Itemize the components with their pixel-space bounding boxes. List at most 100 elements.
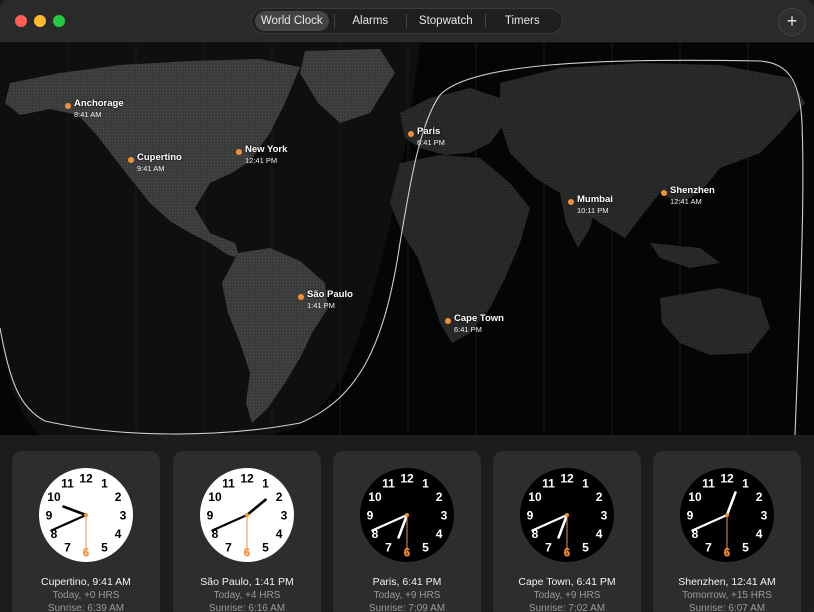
- clock-offset: Today, +9 HRS: [533, 590, 601, 601]
- dial-number: 5: [101, 541, 108, 555]
- center-pin: [725, 513, 729, 517]
- city-marker: [408, 131, 414, 137]
- dial-number: 1: [582, 476, 589, 490]
- analog-clock: 121234567891011: [39, 468, 133, 562]
- dial-number: 7: [64, 541, 71, 555]
- dial-number: 4: [596, 527, 603, 541]
- dial-number: 10: [368, 490, 382, 504]
- dial-number: 12: [79, 472, 93, 486]
- dial-number: 2: [596, 490, 603, 504]
- city-marker: [568, 199, 574, 205]
- clock-card-sao-paulo[interactable]: 121234567891011 São Paulo, 1:41 PM Today…: [173, 451, 321, 612]
- city-time: 8:41 AM: [74, 110, 102, 119]
- dial-number: 10: [208, 490, 222, 504]
- clock-sunrise: Sunrise: 6:16 AM: [208, 603, 286, 612]
- dial-number: 12: [720, 472, 734, 486]
- dial-number: 9: [687, 509, 694, 523]
- clock-offset: Today, +0 HRS: [52, 590, 120, 601]
- tab-timers[interactable]: Timers: [486, 11, 560, 31]
- city-time: 6:41 PM: [454, 325, 482, 334]
- dial-number: 10: [688, 490, 702, 504]
- dial-number: 3: [120, 509, 127, 523]
- clock-window: World Clock Alarms Stopwatch Timers + An…: [0, 0, 814, 612]
- dial-number: 1: [101, 476, 108, 490]
- clock-title: Cupertino, 9:41 AM: [41, 576, 131, 588]
- dial-number: 7: [705, 541, 712, 555]
- clock-sunrise: Sunrise: 7:02 AM: [528, 603, 606, 612]
- city-marker: [445, 318, 451, 324]
- center-pin: [84, 513, 88, 517]
- dial-number: 9: [367, 509, 374, 523]
- city-time: 12:41 PM: [245, 156, 278, 165]
- center-pin: [405, 513, 409, 517]
- city-time: 9:41 AM: [137, 164, 165, 173]
- analog-clock: 121234567891011: [680, 468, 774, 562]
- dial-number: 11: [222, 476, 235, 490]
- minimize-window-button[interactable]: [34, 15, 46, 27]
- analog-clock: 121234567891011: [200, 468, 294, 562]
- tab-stopwatch[interactable]: Stopwatch: [407, 11, 484, 31]
- city-marker: [298, 294, 304, 300]
- dial-number: 9: [207, 509, 214, 523]
- city-name: Anchorage: [74, 98, 124, 109]
- city-time: 1:41 PM: [307, 301, 335, 310]
- add-city-button[interactable]: +: [778, 8, 806, 36]
- city-marker: [236, 149, 242, 155]
- dial-number: 1: [262, 476, 269, 490]
- dial-number: 1: [742, 476, 749, 490]
- dial-number: 4: [436, 527, 443, 541]
- dial-number: 3: [761, 509, 768, 523]
- clock-title: Paris, 6:41 PM: [372, 576, 442, 588]
- dial-number: 3: [441, 509, 448, 523]
- world-map: Anchorage 8:41 AM Cupertino 9:41 AM New …: [0, 43, 814, 435]
- center-pin: [565, 513, 569, 517]
- dial-number: 3: [601, 509, 608, 523]
- center-pin: [245, 513, 249, 517]
- dial-number: 10: [47, 490, 61, 504]
- dial-number: 2: [115, 490, 122, 504]
- city-name: Cupertino: [137, 152, 182, 163]
- analog-clock: 121234567891011: [520, 468, 614, 562]
- clock-offset: Today, +9 HRS: [373, 590, 441, 601]
- city-time: 6:41 PM: [417, 138, 445, 147]
- dial-number: 4: [276, 527, 283, 541]
- dial-number: 4: [115, 527, 122, 541]
- clock-title: Cape Town, 6:41 PM: [518, 576, 616, 588]
- dial-number: 3: [281, 509, 288, 523]
- tab-world-clock[interactable]: World Clock: [255, 11, 329, 31]
- title-bar: World Clock Alarms Stopwatch Timers +: [0, 0, 814, 43]
- city-name: New York: [245, 144, 288, 155]
- clock-card-shenzhen[interactable]: 121234567891011 Shenzhen, 12:41 AM Tomor…: [653, 451, 801, 612]
- dial-number: 12: [240, 472, 254, 486]
- clock-sunrise: Sunrise: 6:39 AM: [47, 603, 125, 612]
- dial-number: 9: [527, 509, 534, 523]
- dial-number: 7: [385, 541, 392, 555]
- clock-card-cape-town[interactable]: 121234567891011 Cape Town, 6:41 PM Today…: [493, 451, 641, 612]
- clock-card-cupertino[interactable]: 121234567891011 Cupertino, 9:41 AM Today…: [12, 451, 160, 612]
- dial-number: 5: [262, 541, 269, 555]
- dial-number: 11: [382, 476, 395, 490]
- clock-card-paris[interactable]: 121234567891011 Paris, 6:41 PM Today, +9…: [333, 451, 481, 612]
- dial-number: 2: [276, 490, 283, 504]
- dial-number: 5: [582, 541, 589, 555]
- dial-number: 1: [422, 476, 429, 490]
- close-window-button[interactable]: [15, 15, 27, 27]
- view-switcher: World Clock Alarms Stopwatch Timers: [251, 8, 563, 34]
- dial-number: 7: [545, 541, 552, 555]
- dial-number: 11: [702, 476, 715, 490]
- dial-number: 2: [436, 490, 443, 504]
- city-marker: [128, 157, 134, 163]
- city-name: Mumbai: [577, 194, 613, 205]
- zoom-window-button[interactable]: [53, 15, 65, 27]
- clock-title: São Paulo, 1:41 PM: [200, 576, 294, 588]
- clock-sunrise: Sunrise: 6:07 AM: [688, 603, 766, 612]
- clock-offset: Tomorrow, +15 HRS: [682, 590, 772, 601]
- dial-number: 10: [528, 490, 542, 504]
- dial-number: 2: [756, 490, 763, 504]
- city-marker: [661, 190, 667, 196]
- tab-alarms[interactable]: Alarms: [335, 11, 407, 31]
- clock-cards: 121234567891011 Cupertino, 9:41 AM Today…: [0, 435, 814, 612]
- dial-number: 7: [225, 541, 232, 555]
- dial-number: 5: [422, 541, 429, 555]
- city-name: Cape Town: [454, 313, 504, 324]
